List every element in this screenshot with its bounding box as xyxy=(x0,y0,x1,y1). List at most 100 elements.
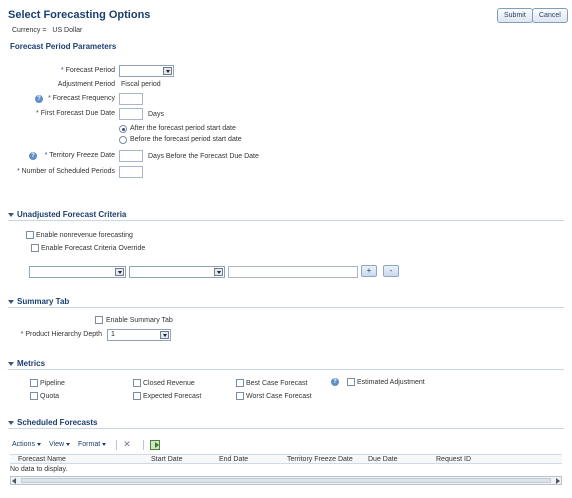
remove-criteria-button[interactable]: - xyxy=(383,265,399,277)
section-header-summary-tab[interactable]: Summary Tab xyxy=(8,297,69,306)
section-divider xyxy=(8,369,564,370)
collapse-triangle-icon[interactable] xyxy=(8,420,14,425)
worst-case-forecast-label: Worst Case Forecast xyxy=(246,393,312,400)
view-menu-label: View xyxy=(48,441,65,448)
cancel-button[interactable]: Cancel xyxy=(532,8,568,23)
chevron-down-icon xyxy=(66,443,71,446)
col-end-date[interactable]: End Date xyxy=(219,456,248,463)
table-toolbar: Actions View Format ✕ xyxy=(12,438,560,451)
section-title-metrics: Metrics xyxy=(17,359,46,368)
enable-summary-tab-label: Enable Summary Tab xyxy=(106,317,173,324)
horizontal-scrollbar[interactable] xyxy=(10,476,562,485)
forecast-frequency-input[interactable] xyxy=(119,93,143,105)
actions-menu-label: Actions xyxy=(12,441,35,448)
chevron-down-icon[interactable] xyxy=(214,268,223,276)
adjustment-period-label: Adjustment Period xyxy=(57,81,115,88)
format-menu-label: Format xyxy=(78,441,101,448)
section-title-unadjusted: Unadjusted Forecast Criteria xyxy=(17,210,127,219)
pipeline-label: Pipeline xyxy=(40,380,65,387)
quota-checkbox[interactable] xyxy=(30,392,38,400)
submit-button[interactable]: Submit xyxy=(497,8,533,23)
scroll-left-icon[interactable] xyxy=(12,478,16,484)
page-title: Select Forecasting Options xyxy=(8,9,151,21)
num-scheduled-periods-label: * Number of Scheduled Periods xyxy=(16,168,115,175)
section-title-summary-tab: Summary Tab xyxy=(17,297,70,306)
radio-after-start[interactable] xyxy=(119,125,127,133)
collapse-triangle-icon[interactable] xyxy=(8,361,14,366)
section-header-unadjusted[interactable]: Unadjusted Forecast Criteria xyxy=(8,210,126,219)
section-header-scheduled-forecasts[interactable]: Scheduled Forecasts xyxy=(8,418,97,427)
section-header-metrics[interactable]: Metrics xyxy=(8,359,45,368)
estimated-adjustment-label: Estimated Adjustment xyxy=(357,379,425,386)
pipeline-checkbox[interactable] xyxy=(30,379,38,387)
closed-revenue-checkbox[interactable] xyxy=(133,379,141,387)
col-start-date[interactable]: Start Date xyxy=(151,456,183,463)
export-to-excel-icon[interactable] xyxy=(149,439,160,450)
enable-summary-tab-checkbox[interactable] xyxy=(95,316,103,324)
currency-label: Currency = xyxy=(12,27,47,34)
help-icon[interactable]: ? xyxy=(331,378,339,386)
add-criteria-button[interactable]: + xyxy=(361,265,377,277)
help-icon[interactable]: ? xyxy=(35,95,43,103)
view-menu[interactable]: View xyxy=(48,441,71,448)
expected-forecast-label: Expected Forecast xyxy=(143,393,202,400)
criteria-value-input[interactable] xyxy=(228,266,358,278)
delete-icon[interactable]: ✕ xyxy=(123,439,131,450)
actions-menu[interactable]: Actions xyxy=(12,441,41,448)
scroll-right-icon[interactable] xyxy=(556,478,560,484)
worst-case-forecast-checkbox[interactable] xyxy=(236,392,244,400)
help-icon[interactable]: ? xyxy=(29,152,37,160)
forecast-frequency-label: * Forecast Frequency xyxy=(48,95,115,102)
enable-override-label: Enable Forecast Criteria Override xyxy=(41,245,146,252)
expected-forecast-checkbox[interactable] xyxy=(133,392,141,400)
col-forecast-name[interactable]: Forecast Name xyxy=(18,456,66,463)
toolbar-separator xyxy=(142,439,144,450)
territory-freeze-suffix: Days Before the Forecast Due Date xyxy=(148,153,259,160)
enable-override-checkbox[interactable] xyxy=(31,244,39,252)
chevron-down-icon xyxy=(36,443,41,446)
best-case-forecast-checkbox[interactable] xyxy=(236,379,244,387)
col-request-id[interactable]: Request ID xyxy=(436,456,471,463)
territory-freeze-label: * Territory Freeze Date xyxy=(44,152,115,159)
chevron-down-icon[interactable] xyxy=(115,268,124,276)
radio-before-start[interactable] xyxy=(119,136,127,144)
collapse-triangle-icon[interactable] xyxy=(8,299,14,304)
forecast-period-label: * Forecast Period xyxy=(60,67,115,74)
section-title-scheduled-forecasts: Scheduled Forecasts xyxy=(17,418,98,427)
scrollbar-thumb[interactable] xyxy=(21,478,551,483)
section-title-forecast-period-parameters: Forecast Period Parameters xyxy=(10,42,117,51)
toolbar-separator xyxy=(116,439,118,450)
quota-label: Quota xyxy=(40,393,60,400)
enable-nonrevenue-label: Enable nonrevenue forecasting xyxy=(36,232,133,239)
format-menu[interactable]: Format xyxy=(78,441,107,448)
product-hierarchy-depth-value: 1 xyxy=(111,331,115,338)
col-due-date[interactable]: Due Date xyxy=(368,456,398,463)
first-due-date-suffix: Days xyxy=(148,111,164,118)
product-hierarchy-depth-select[interactable]: 1 xyxy=(107,329,171,341)
chevron-down-icon[interactable] xyxy=(160,331,169,339)
territory-freeze-input[interactable] xyxy=(119,150,143,162)
product-hierarchy-depth-label: * Product Hierarchy Depth xyxy=(20,331,102,338)
enable-nonrevenue-checkbox[interactable] xyxy=(26,231,34,239)
first-due-date-label: * First Forecast Due Date xyxy=(36,110,115,117)
section-divider xyxy=(8,220,564,221)
first-due-date-input[interactable] xyxy=(119,108,143,120)
criteria-select-1[interactable] xyxy=(29,266,126,278)
adjustment-period-value: Fiscal period xyxy=(121,81,161,88)
chevron-down-icon[interactable] xyxy=(163,67,172,75)
currency-line: Currency = US Dollar xyxy=(12,27,82,34)
radio-before-start-label: Before the forecast period start date xyxy=(130,136,242,143)
currency-value: US Dollar xyxy=(52,27,83,34)
estimated-adjustment-checkbox[interactable] xyxy=(347,378,355,386)
collapse-triangle-icon[interactable] xyxy=(8,212,14,217)
criteria-select-2[interactable] xyxy=(129,266,225,278)
closed-revenue-label: Closed Revenue xyxy=(143,380,195,387)
num-scheduled-periods-input[interactable] xyxy=(119,166,143,178)
forecast-period-select[interactable] xyxy=(119,65,174,77)
best-case-forecast-label: Best Case Forecast xyxy=(246,380,308,387)
table-header: Forecast Name Start Date End Date Territ… xyxy=(10,454,562,464)
section-divider xyxy=(8,307,564,308)
col-territory-freeze-date[interactable]: Territory Freeze Date xyxy=(287,456,353,463)
section-divider xyxy=(8,428,564,429)
empty-table-message: No data to display. xyxy=(10,466,68,473)
